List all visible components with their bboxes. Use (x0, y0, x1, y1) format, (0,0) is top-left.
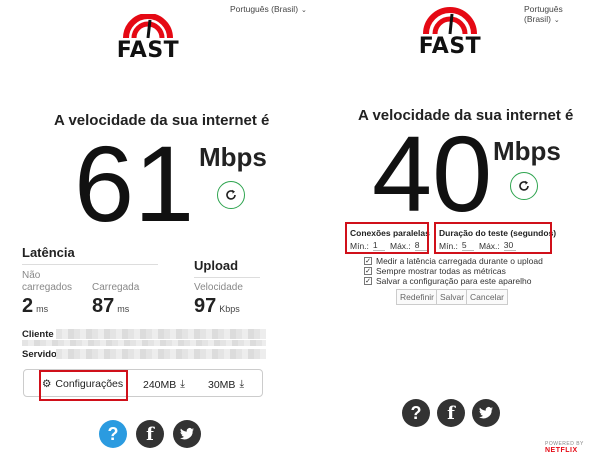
checkbox-checked[interactable]: ✓ (364, 257, 372, 265)
server-info-redacted (56, 349, 266, 359)
language-label: Português (Brasil) (230, 4, 299, 14)
unloaded-value: 2 ms (22, 295, 49, 317)
option-label: Sempre mostrar todas as métricas (376, 266, 506, 276)
loaded-value: 87 ms (92, 295, 130, 317)
speedometer-icon (123, 14, 173, 39)
powered-by-netflix: POWERED BY NETFLIX (545, 441, 600, 454)
twitter-icon[interactable] (173, 420, 201, 448)
highlight-box-duration (434, 222, 552, 254)
unloaded-label: Não carregados (22, 270, 73, 293)
latency-title: Latência (22, 245, 75, 260)
cancel-button[interactable]: Cancelar (466, 289, 509, 305)
upload-speed-label: Velocidade (194, 282, 243, 293)
refresh-button[interactable] (217, 181, 245, 209)
speed-value: 61 (74, 123, 195, 244)
highlight-box-parallel (345, 222, 429, 254)
download-240mb-button[interactable]: 240MB ⤓ (143, 378, 185, 391)
twitter-icon[interactable] (472, 399, 500, 427)
option-label: Medir a latência carregada durante o upl… (376, 256, 543, 266)
speed-unit: Mbps (493, 136, 561, 166)
upload-speed-value: 97 Kbps (194, 295, 240, 317)
twitter-bird-icon (479, 407, 493, 419)
twitter-bird-icon (180, 428, 194, 440)
upload-divider (194, 277, 260, 278)
speed-value: 40 (372, 113, 493, 234)
upload-title: Upload (194, 258, 239, 273)
fast-logo: FAST (113, 14, 183, 63)
download-30mb-label: 30MB (208, 378, 236, 391)
refresh-button[interactable] (510, 172, 538, 200)
help-icon[interactable]: ? (402, 399, 430, 427)
chevron-down-icon: ⌄ (553, 17, 560, 24)
option-label: Salvar a configuração para este aparelho (376, 276, 532, 286)
option-show-all-metrics[interactable]: ✓ Sempre mostrar todas as métricas (364, 266, 506, 276)
speed-unit: Mbps (199, 142, 267, 172)
latency-divider (22, 264, 158, 265)
netflix-logo: NETFLIX (545, 447, 578, 454)
download-icon: ⤓ (180, 378, 185, 390)
download-240mb-label: 240MB (143, 378, 177, 391)
refresh-icon (226, 189, 236, 200)
loaded-label: Carregada (92, 282, 140, 293)
client-info-redacted-2 (22, 340, 266, 346)
server-label: Servidor (22, 349, 61, 360)
reset-button[interactable]: Redefinir (396, 289, 439, 305)
language-selector[interactable]: Português (Brasil) ⌄ (230, 4, 307, 14)
client-info-redacted (56, 329, 266, 339)
download-30mb-button[interactable]: 30MB ⤓ (208, 378, 244, 391)
option-measure-latency[interactable]: ✓ Medir a latência carregada durante o u… (364, 256, 543, 266)
logo-wordmark: FAST (418, 34, 482, 59)
facebook-icon[interactable]: f (136, 420, 164, 448)
speedometer-icon (423, 7, 477, 35)
facebook-icon[interactable]: f (437, 399, 465, 427)
refresh-icon (519, 180, 529, 191)
highlight-box-settings (39, 370, 128, 401)
checkbox-checked[interactable]: ✓ (364, 277, 372, 285)
help-icon[interactable]: ? (99, 420, 127, 448)
option-save-config[interactable]: ✓ Salvar a configuração para este aparel… (364, 276, 531, 286)
checkbox-checked[interactable]: ✓ (364, 267, 372, 275)
download-icon: ⤓ (239, 378, 245, 390)
chevron-down-icon: ⌄ (301, 7, 307, 14)
logo-wordmark: FAST (116, 38, 180, 63)
client-label: Cliente (22, 329, 54, 340)
language-selector[interactable]: Português (Brasil) ⌄ (524, 4, 600, 24)
save-button[interactable]: Salvar (436, 289, 469, 305)
fast-logo: FAST (415, 6, 485, 59)
